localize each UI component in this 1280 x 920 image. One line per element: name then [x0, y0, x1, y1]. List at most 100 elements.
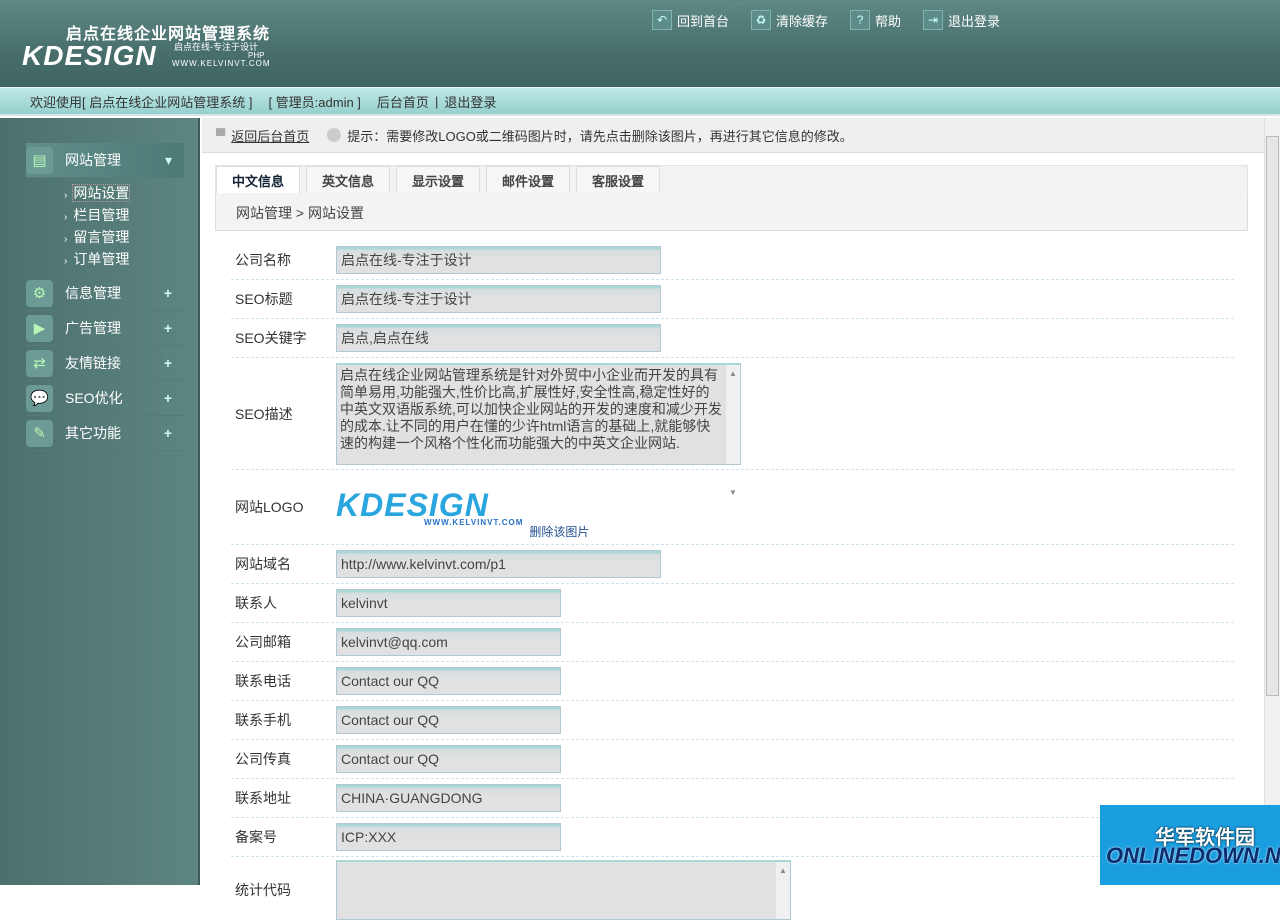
help-button[interactable]: ? 帮助	[850, 10, 901, 30]
phone-label: 联系电话	[235, 673, 291, 689]
company-name-input[interactable]	[336, 246, 661, 274]
tab-display-settings[interactable]: 显示设置	[396, 166, 480, 194]
gears-icon: ⚙	[26, 279, 53, 307]
seo-keywords-label: SEO关键字	[235, 330, 307, 346]
clear-cache-button[interactable]: ♻ 清除缓存	[751, 10, 828, 30]
sidebar-item-ad-management[interactable]: ▶ 广告管理 +	[26, 311, 184, 346]
label: 清除缓存	[776, 13, 829, 29]
watermark-en: ONLINEDOWN.NET	[1106, 843, 1280, 868]
delete-image-link[interactable]: 删除该图片	[529, 523, 589, 540]
header: 启点在线企业网站管理系统 KDESIGN 启点在线-专注于设计 PHP WWW.…	[0, 0, 1280, 87]
tab-bar: 中文信息 英文信息 显示设置 邮件设置 客服设置	[215, 165, 1248, 194]
sidebar-item-seo[interactable]: 💬 SEO优化 +	[26, 381, 184, 416]
back-home-link[interactable]: 返回后台首页	[231, 126, 309, 145]
domain-input[interactable]	[336, 550, 661, 578]
welcome-text: 欢迎使用[ 启点在线企业网站管理系统 ]	[30, 94, 253, 110]
icp-label: 备案号	[235, 829, 277, 845]
label: 友情链接	[65, 355, 121, 371]
phone-input[interactable]	[336, 667, 561, 695]
monitor-play-icon: ▶	[26, 314, 53, 342]
label: 网站管理	[65, 152, 121, 168]
welcome-bar: 欢迎使用[ 启点在线企业网站管理系统 ] [ 管理员:admin ] 后台首页 …	[0, 87, 1280, 116]
logout-link[interactable]: 退出登录	[444, 92, 496, 111]
label: 帮助	[875, 13, 902, 29]
label: 其它功能	[65, 425, 121, 441]
watermark: 华军软件园 ONLINEDOWN.NET	[1100, 805, 1280, 885]
plus-icon: +	[163, 355, 172, 371]
plus-icon: +	[163, 390, 172, 406]
email-label: 公司邮箱	[235, 634, 291, 650]
admin-home-link[interactable]: 后台首页	[377, 92, 429, 111]
contact-label: 联系人	[235, 595, 277, 611]
plus-icon: +	[163, 285, 172, 301]
plus-icon: +	[163, 425, 172, 441]
submenu-site-settings[interactable]: 网站设置	[64, 183, 131, 203]
separator: |	[434, 93, 439, 109]
plus-icon: +	[163, 320, 172, 336]
stats-code-label: 统计代码	[235, 882, 291, 898]
tab-english-info[interactable]: 英文信息	[306, 166, 390, 194]
logo-image-url: WWW.KELVINVT.COM	[424, 518, 524, 527]
sidebar-item-info-management[interactable]: ⚙ 信息管理 +	[26, 276, 184, 311]
chat-bubble-icon: 💬	[26, 384, 53, 412]
chevron-down-icon: ▾	[164, 151, 172, 168]
breadcrumb: 网站管理 > 网站设置	[215, 193, 1248, 231]
logout-icon: ⇥	[923, 10, 944, 30]
seo-title-label: SEO标题	[235, 291, 293, 307]
admin-text: [ 管理员:admin ]	[268, 94, 361, 110]
seo-desc-textarea[interactable]: 启点在线企业网站管理系统是针对外贸中小企业而开发的具有简单易用,功能强大,性价比…	[336, 362, 741, 497]
back-arrow-icon: ↶	[652, 10, 672, 30]
seo-title-input[interactable]	[336, 285, 661, 313]
submenu-message-management[interactable]: 留言管理	[64, 227, 129, 247]
info-icon	[327, 128, 342, 142]
company-name-label: 公司名称	[235, 252, 291, 268]
domain-label: 网站域名	[235, 556, 291, 572]
slogan: 启点在线-专注于设计	[174, 42, 258, 52]
home-button[interactable]: ↶ 回到首台	[652, 10, 729, 30]
label: 订单管理	[73, 251, 130, 267]
label: 退出登录	[948, 13, 1001, 29]
logout-button[interactable]: ⇥ 退出登录	[923, 10, 1000, 30]
sidebar-item-site-management[interactable]: ▤ 网站管理 ▾	[26, 143, 184, 178]
sidebar-item-other[interactable]: ✎ 其它功能 +	[26, 416, 184, 451]
trash-icon: ♻	[751, 10, 772, 30]
scrollbar[interactable]: ▲ ▼	[726, 364, 740, 497]
label: 信息管理	[65, 285, 121, 301]
label: 广告管理	[65, 320, 121, 336]
submenu-column-management[interactable]: 栏目管理	[64, 205, 129, 225]
label: 留言管理	[73, 229, 130, 245]
email-input[interactable]	[336, 628, 561, 656]
fax-input[interactable]	[336, 745, 561, 773]
tab-chinese-info[interactable]: 中文信息	[216, 166, 300, 194]
address-input[interactable]	[336, 784, 561, 812]
tools-icon: ✎	[26, 419, 53, 447]
icp-input[interactable]	[336, 823, 561, 851]
link-arrows-icon: ⇄	[26, 349, 53, 377]
scrollbar[interactable]: ▲	[776, 862, 790, 919]
tab-service-settings[interactable]: 客服设置	[576, 166, 660, 194]
help-icon: ?	[850, 10, 871, 30]
seo-desc-text: 启点在线企业网站管理系统是针对外贸中小企业而开发的具有简单易用,功能强大,性价比…	[340, 366, 722, 451]
mobile-label: 联系手机	[235, 712, 291, 728]
address-label: 联系地址	[235, 790, 291, 806]
seo-keywords-input[interactable]	[336, 324, 661, 352]
submenu-order-management[interactable]: 订单管理	[64, 249, 129, 269]
site-url: WWW.KELVINVT.COM	[172, 59, 271, 68]
seo-desc-label: SEO描述	[235, 405, 293, 422]
page-scrollbar[interactable]	[1264, 118, 1280, 885]
mobile-input[interactable]	[336, 706, 561, 734]
main-content: ▀ 返回后台首页 提示：需要修改LOGO或二维码图片时，请先点击删除该图片，再进…	[202, 118, 1264, 920]
stats-code-textarea[interactable]: ▲	[336, 860, 791, 920]
scrollbar-thumb[interactable]	[1266, 136, 1279, 696]
contact-input[interactable]	[336, 589, 561, 617]
logo-label: 网站LOGO	[235, 499, 304, 515]
label: 网站设置	[72, 184, 131, 202]
document-icon: ▤	[26, 146, 53, 174]
label: 栏目管理	[73, 207, 130, 223]
monitor-icon: ▀	[216, 127, 226, 143]
fax-label: 公司传真	[235, 751, 291, 767]
sidebar-item-friend-links[interactable]: ⇄ 友情链接 +	[26, 346, 184, 381]
label: SEO优化	[65, 390, 123, 406]
label: 回到首台	[677, 13, 730, 29]
tab-mail-settings[interactable]: 邮件设置	[486, 166, 570, 194]
